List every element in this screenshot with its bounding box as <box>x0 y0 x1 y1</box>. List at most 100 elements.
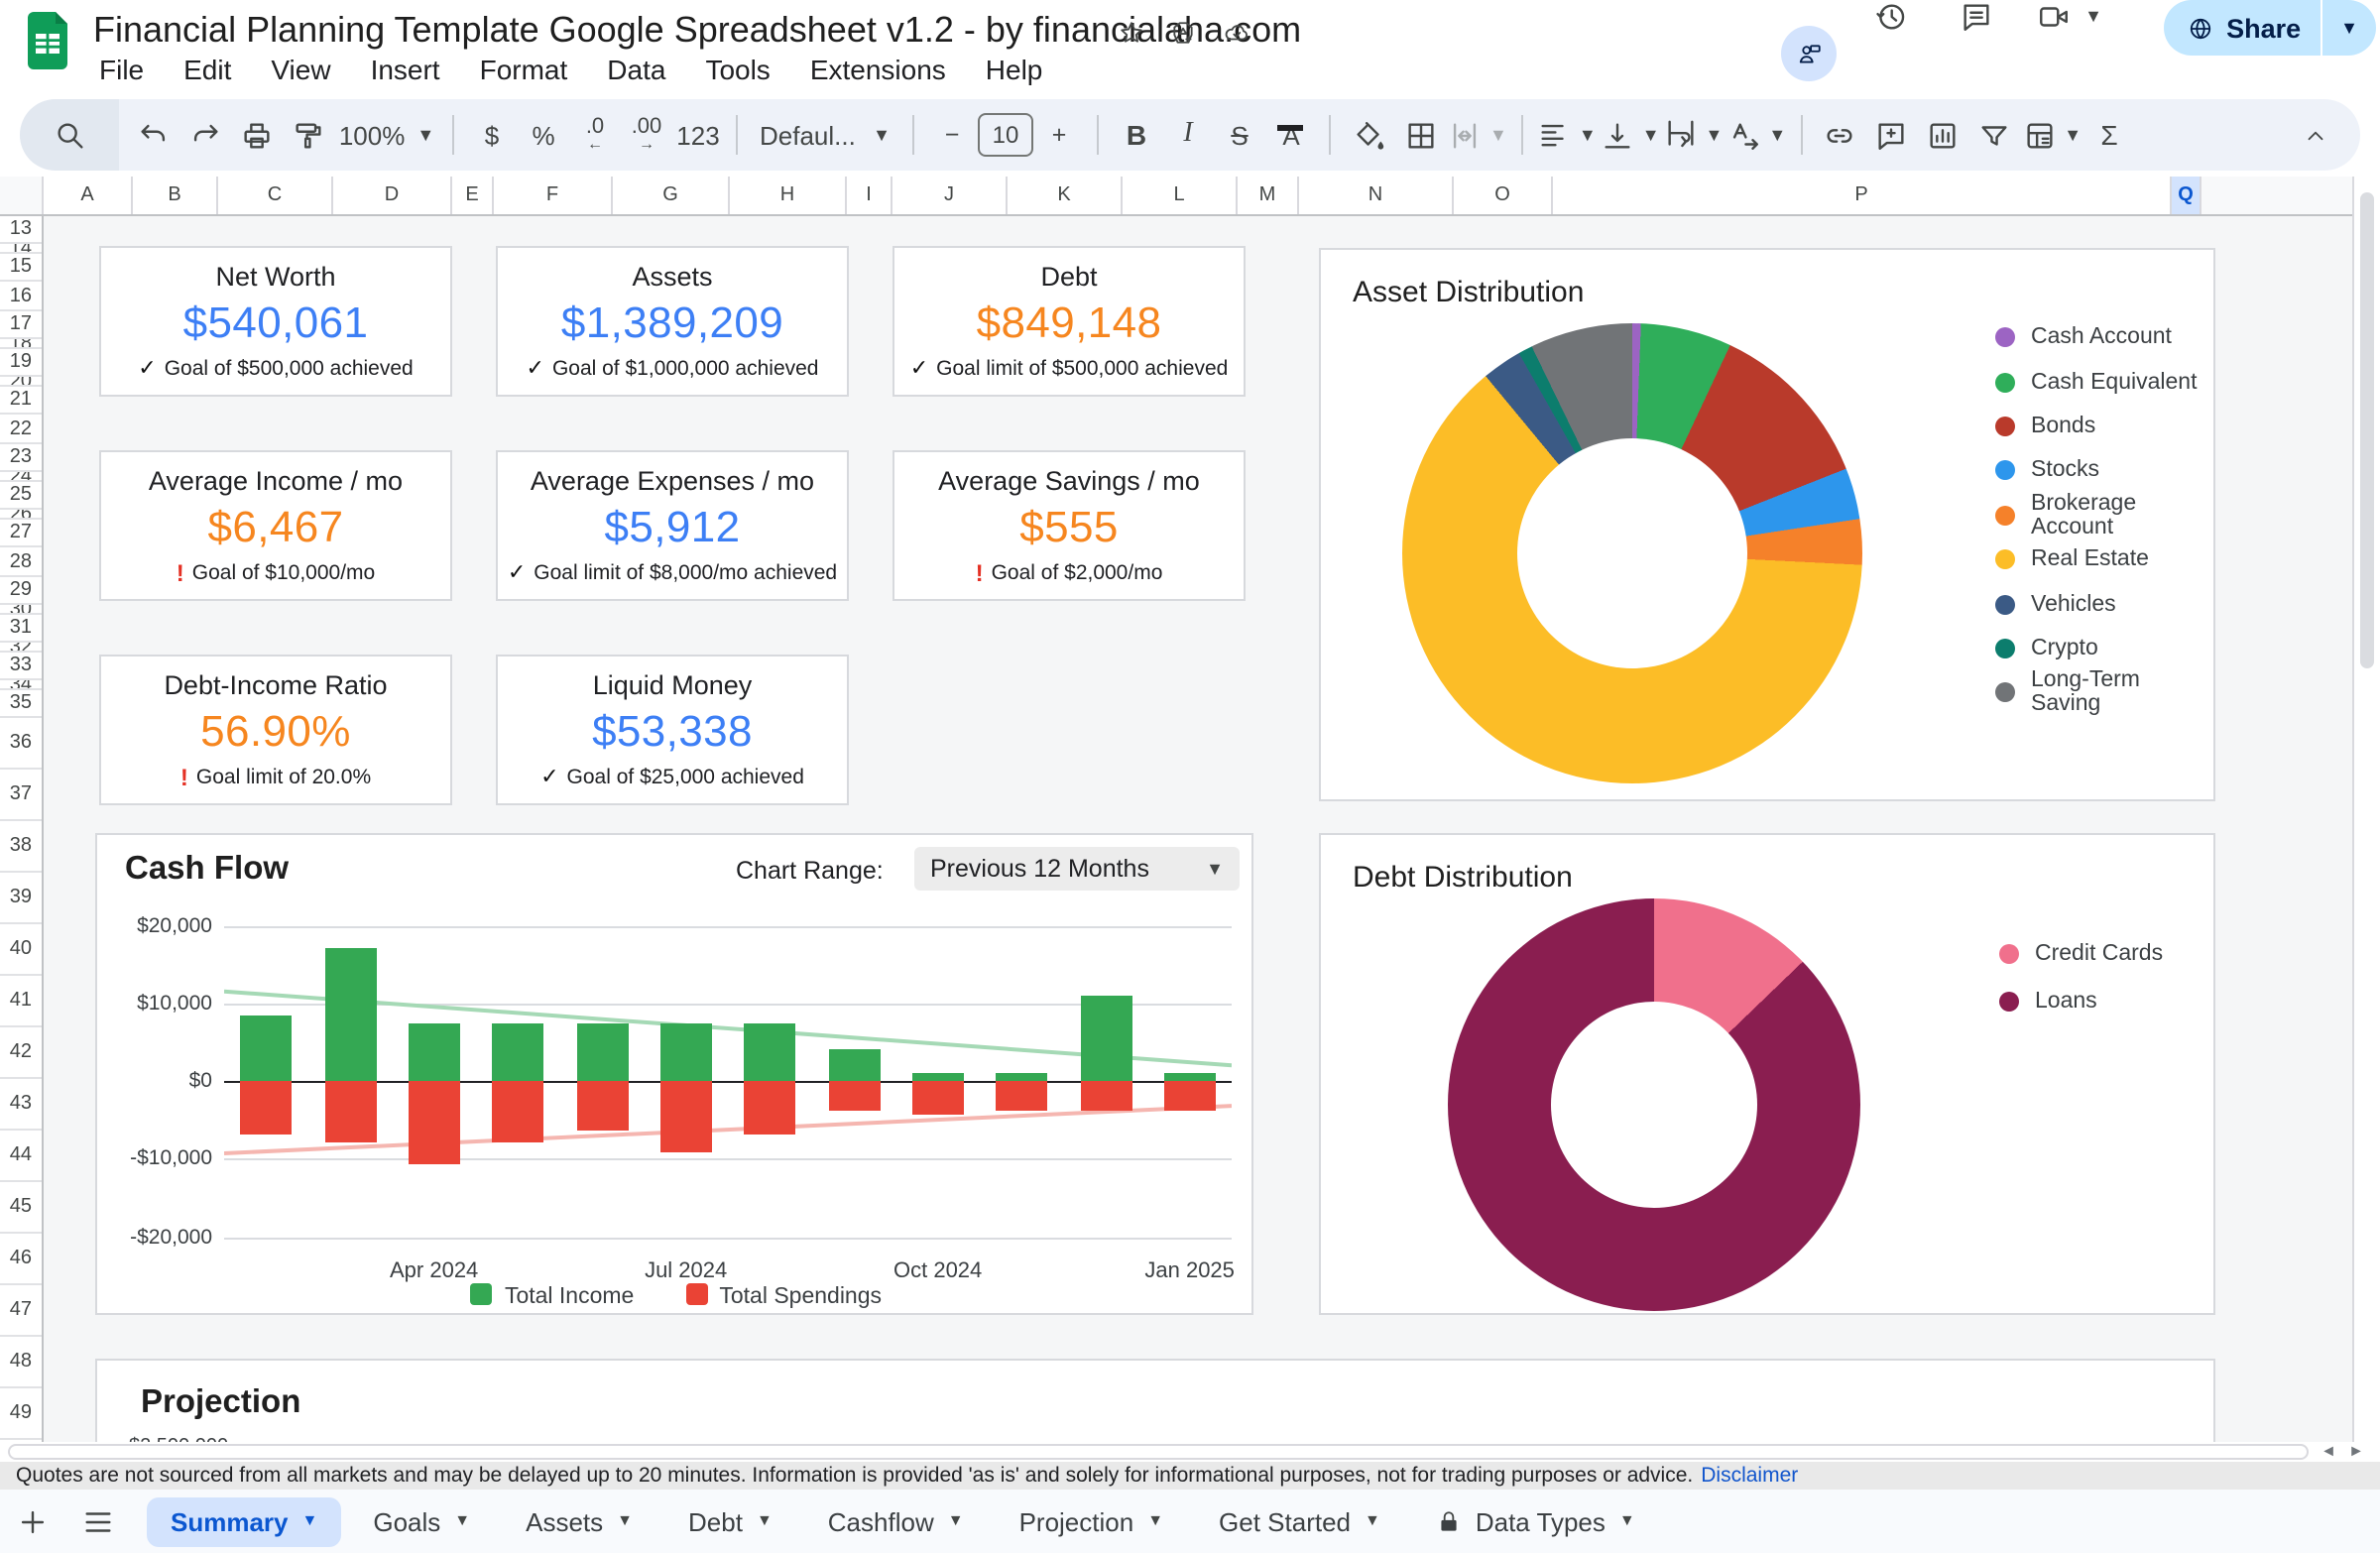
row-header-18[interactable]: 18 <box>0 339 42 349</box>
sheets-logo-icon[interactable] <box>26 12 69 69</box>
share-button[interactable]: Share ▼ <box>2163 0 2376 56</box>
row-header-43[interactable]: 43 <box>0 1079 42 1131</box>
horizontal-scrollbar[interactable]: ◄ ► <box>0 1442 2380 1462</box>
kpi-card-net-worth[interactable]: Net Worth$540,061✓Goal of $500,000 achie… <box>99 246 452 397</box>
column-header-H[interactable]: H <box>730 177 847 214</box>
collapse-toolbar-button[interactable] <box>2303 122 2328 148</box>
menu-edit[interactable]: Edit <box>164 50 251 89</box>
horizontal-align-button[interactable]: ▼ <box>1537 109 1597 161</box>
row-header-24[interactable]: 24 <box>0 472 42 482</box>
text-wrap-button[interactable]: ▼ <box>1664 109 1724 161</box>
tab-dropdown-caret[interactable]: ▼ <box>948 1513 964 1529</box>
row-header-42[interactable]: 42 <box>0 1027 42 1079</box>
row-header-30[interactable]: 30 <box>0 605 42 615</box>
disclaimer-link[interactable]: Disclaimer <box>1701 1464 1798 1488</box>
kpi-card-liquid-money[interactable]: Liquid Money$53,338✓Goal of $25,000 achi… <box>496 655 849 805</box>
column-header-A[interactable]: A <box>44 177 133 214</box>
row-header-46[interactable]: 46 <box>0 1234 42 1285</box>
tab-dropdown-caret[interactable]: ▼ <box>757 1513 773 1529</box>
select-all-corner[interactable] <box>0 177 44 214</box>
kpi-card-debt[interactable]: Debt$849,148✓Goal limit of $500,000 achi… <box>892 246 1246 397</box>
tab-debt[interactable]: Debt▼ <box>664 1496 796 1546</box>
tab-dropdown-caret[interactable]: ▼ <box>1147 1513 1163 1529</box>
italic-button[interactable]: I <box>1164 109 1212 161</box>
presence-badge[interactable] <box>1781 26 1837 81</box>
kpi-card-average-income-mo[interactable]: Average Income / mo$6,467!Goal of $10,00… <box>99 450 452 601</box>
zoom-select[interactable]: 100%▼ <box>335 109 438 161</box>
search-button[interactable] <box>20 99 119 171</box>
row-header-37[interactable]: 37 <box>0 770 42 821</box>
menu-insert[interactable]: Insert <box>351 50 460 89</box>
tab-goals[interactable]: Goals▼ <box>349 1496 494 1546</box>
menu-view[interactable]: View <box>251 50 350 89</box>
version-history-icon[interactable] <box>1874 0 1908 34</box>
row-header-21[interactable]: 21 <box>0 387 42 415</box>
share-dropdown-caret[interactable]: ▼ <box>2322 19 2376 37</box>
row-header-28[interactable]: 28 <box>0 547 42 577</box>
row-header-48[interactable]: 48 <box>0 1337 42 1388</box>
tab-dropdown-caret[interactable]: ▼ <box>1619 1513 1635 1529</box>
column-header-C[interactable]: C <box>218 177 333 214</box>
font-select[interactable]: Defaul...▼ <box>752 109 898 161</box>
bold-button[interactable]: B <box>1113 109 1160 161</box>
move-folder-icon[interactable] <box>1170 20 1196 46</box>
row-header-17[interactable]: 17 <box>0 311 42 339</box>
menu-help[interactable]: Help <box>966 50 1063 89</box>
column-header-D[interactable]: D <box>333 177 452 214</box>
menu-format[interactable]: Format <box>460 50 588 89</box>
meet-dropdown-caret[interactable]: ▼ <box>2084 8 2102 26</box>
row-header-41[interactable]: 41 <box>0 976 42 1027</box>
comments-icon[interactable] <box>1960 0 1993 34</box>
row-header-19[interactable]: 19 <box>0 349 42 377</box>
borders-button[interactable] <box>1396 109 1444 161</box>
row-header-45[interactable]: 45 <box>0 1182 42 1234</box>
chart-range-select[interactable]: Previous 12 Months▼ <box>914 847 1240 891</box>
row-header-22[interactable]: 22 <box>0 415 42 444</box>
row-header-39[interactable]: 39 <box>0 873 42 924</box>
column-header-N[interactable]: N <box>1299 177 1454 214</box>
row-header-14[interactable]: 14 <box>0 244 42 254</box>
kpi-card-average-expenses-mo[interactable]: Average Expenses / mo$5,912✓Goal limit o… <box>496 450 849 601</box>
format-percent-button[interactable]: % <box>520 109 567 161</box>
meet-video-icon[interactable]: ▼ <box>2037 0 2102 34</box>
vertical-scrollbar[interactable] <box>2352 177 2380 1462</box>
tab-dropdown-caret[interactable]: ▼ <box>454 1513 470 1529</box>
row-header-36[interactable]: 36 <box>0 718 42 770</box>
row-header-47[interactable]: 47 <box>0 1285 42 1337</box>
create-filter-button[interactable] <box>1970 109 2018 161</box>
row-header-23[interactable]: 23 <box>0 444 42 472</box>
table-views-button[interactable]: ▼ <box>2022 109 2082 161</box>
row-header-25[interactable]: 25 <box>0 482 42 510</box>
print-button[interactable] <box>232 109 280 161</box>
row-header-44[interactable]: 44 <box>0 1131 42 1182</box>
row-header-29[interactable]: 29 <box>0 577 42 605</box>
row-header-33[interactable]: 33 <box>0 653 42 680</box>
column-header-G[interactable]: G <box>613 177 730 214</box>
row-header-13[interactable]: 13 <box>0 216 42 244</box>
column-header-M[interactable]: M <box>1238 177 1299 214</box>
tab-data-types[interactable]: Data Types▼ <box>1412 1496 1659 1546</box>
row-header-26[interactable]: 26 <box>0 510 42 520</box>
column-header-E[interactable]: E <box>452 177 494 214</box>
row-header-27[interactable]: 27 <box>0 520 42 547</box>
text-rotation-button[interactable]: ▼ <box>1726 109 1786 161</box>
tab-summary[interactable]: Summary▼ <box>147 1496 341 1546</box>
text-color-button[interactable]: A <box>1267 109 1315 161</box>
column-header-F[interactable]: F <box>494 177 613 214</box>
asset-distribution-chart[interactable]: Asset Distribution Cash AccountCash Equi… <box>1319 248 2215 801</box>
row-header-20[interactable]: 20 <box>0 377 42 387</box>
row-header-15[interactable]: 15 <box>0 254 42 282</box>
increase-decimals-button[interactable]: .00→ <box>623 109 670 161</box>
tab-get-started[interactable]: Get Started▼ <box>1195 1496 1404 1546</box>
functions-button[interactable]: Σ <box>2085 109 2133 161</box>
column-header-O[interactable]: O <box>1454 177 1553 214</box>
insert-chart-button[interactable] <box>1919 109 1966 161</box>
menu-file[interactable]: File <box>79 50 164 89</box>
row-header-32[interactable]: 32 <box>0 643 42 653</box>
font-size-input[interactable]: 10 <box>978 113 1033 157</box>
column-header-Q[interactable]: Q <box>2172 177 2202 214</box>
column-header-J[interactable]: J <box>892 177 1008 214</box>
kpi-card-debt-income-ratio[interactable]: Debt-Income Ratio56.90%!Goal limit of 20… <box>99 655 452 805</box>
menu-extensions[interactable]: Extensions <box>790 50 966 89</box>
menu-tools[interactable]: Tools <box>685 50 789 89</box>
